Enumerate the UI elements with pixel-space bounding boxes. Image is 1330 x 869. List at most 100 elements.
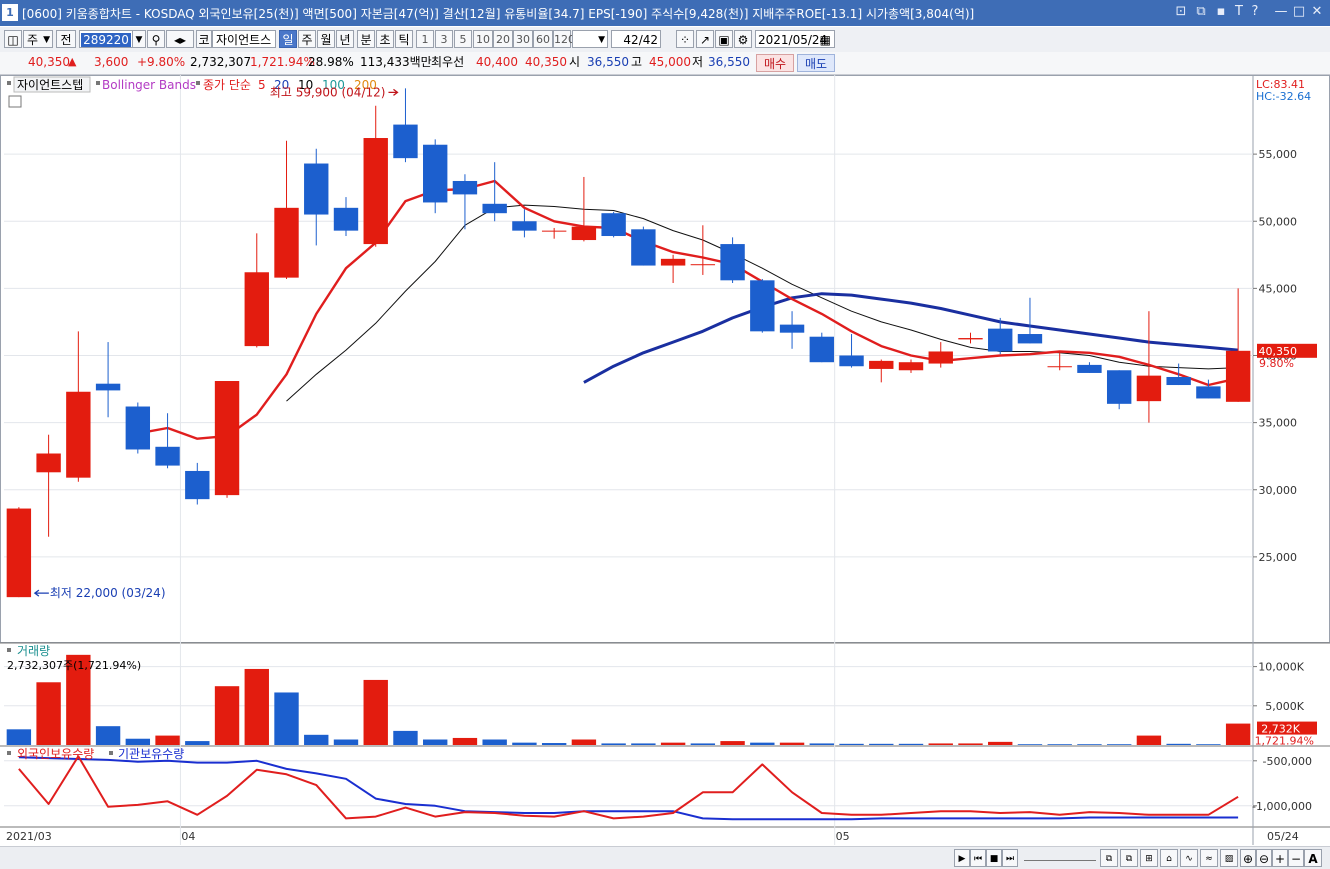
font-size-icon[interactable]: A [1304, 849, 1322, 867]
minimize-icon[interactable]: — [1273, 4, 1289, 20]
volume-bar [571, 739, 597, 745]
zoom-in-icon[interactable]: ⊕ [1240, 849, 1256, 867]
volume-bar [333, 739, 359, 745]
stock-code-input[interactable]: 289220 [79, 30, 133, 48]
period-month-button[interactable]: 월 [317, 30, 335, 48]
gear-icon[interactable]: ⚙ [734, 30, 752, 48]
volume-bar [214, 686, 240, 745]
period-minute-button[interactable]: 분 [357, 30, 375, 48]
candle-body [809, 336, 834, 363]
draw-line-icon[interactable]: ↗ [696, 30, 714, 48]
search-icon[interactable]: ⚲ [147, 30, 165, 48]
interval-20-button[interactable]: 20 [493, 30, 513, 48]
interval-5-button[interactable]: 5 [454, 30, 472, 48]
wave2-icon[interactable]: ≈ [1200, 849, 1218, 867]
remove-icon[interactable]: − [1288, 849, 1304, 867]
sell-button[interactable]: 매도 [797, 54, 835, 72]
price-tick-label: 50,000 [1259, 215, 1298, 228]
volume-bar [6, 729, 32, 745]
volume-bar [274, 692, 299, 745]
split-icon[interactable]: ⊞ [1140, 849, 1158, 867]
x-axis-label: 2021/03 [6, 830, 52, 843]
grid-icon[interactable]: ⁘ [676, 30, 694, 48]
link-icon[interactable]: ⧉ [1193, 4, 1209, 20]
period-year-button[interactable]: 년 [336, 30, 354, 48]
candle-body [482, 203, 507, 214]
restore-layout-icon[interactable]: ⊡ [1173, 4, 1189, 20]
buy-button[interactable]: 매수 [756, 54, 794, 72]
volume-bar [660, 742, 686, 745]
interval-10-button[interactable]: 10 [473, 30, 493, 48]
chart-svg[interactable]: 55,00050,00045,00040,00035,00030,00025,0… [0, 75, 1330, 845]
play-icon[interactable]: ▶ [954, 849, 970, 867]
turnover-rate: 28.98% [308, 55, 354, 69]
pin-icon[interactable]: ▪ [1213, 4, 1229, 20]
mountain-icon[interactable]: ⌂ [1160, 849, 1178, 867]
period-day-button[interactable]: 일 [279, 30, 297, 48]
legend-stock-name: 자이언트스텝 [17, 78, 83, 92]
stock-name-field[interactable]: 자이언트스 [212, 30, 276, 48]
chart-labels: 55,00050,00045,00040,00035,00030,00025,0… [6, 76, 1317, 843]
low-arrow-icon [33, 589, 49, 597]
font-icon[interactable]: T [1231, 4, 1247, 20]
title-bar: 1 [0600] 키움종합차트 - KOSDAQ 외국인보유[25(천)] 액면… [0, 0, 1330, 26]
volume-bar [779, 742, 805, 745]
period-tick-button[interactable]: 틱 [395, 30, 413, 48]
help-icon[interactable]: ? [1247, 4, 1263, 20]
zoom-out-icon[interactable]: ⊖ [1256, 849, 1272, 867]
candle-body [571, 226, 597, 241]
interval-custom-select[interactable]: ▼ [572, 30, 608, 48]
date-field[interactable]: 2021/05/24 ▦ [755, 30, 835, 48]
first-icon[interactable]: ⏮ [970, 849, 986, 867]
candle-body [1047, 366, 1072, 368]
moving-averages [137, 179, 1239, 440]
count-field[interactable]: 42/42 [611, 30, 661, 48]
volume-bar [898, 743, 924, 745]
candle-body [1136, 375, 1162, 402]
candle-body [720, 244, 745, 281]
scroll-slider[interactable] [1024, 854, 1096, 861]
interval-120-button[interactable]: 120 [553, 30, 575, 48]
period-second-button[interactable]: 초 [376, 30, 394, 48]
chart-area[interactable]: 55,00050,00045,00040,00035,00030,00025,0… [0, 75, 1330, 845]
legend-bullet [7, 648, 11, 652]
code-dropdown-icon[interactable]: ▼ [132, 30, 146, 48]
volume-bar [690, 743, 716, 745]
interval-3-button[interactable]: 3 [435, 30, 453, 48]
volume-bar [1106, 744, 1132, 745]
candle-body [185, 470, 210, 500]
foreign-holding-line [18, 755, 1239, 820]
period-week-button[interactable]: 주 [298, 30, 316, 48]
calendar-icon[interactable]: ▦ [820, 31, 831, 49]
volume-bar [125, 738, 151, 745]
zoom-fit-icon[interactable]: ⧉ [1100, 849, 1118, 867]
maximize-icon[interactable]: □ [1291, 4, 1307, 20]
period-select[interactable]: 주 ▼ [23, 30, 53, 48]
close-icon[interactable]: ✕ [1309, 4, 1325, 20]
wave-icon[interactable]: ∿ [1180, 849, 1198, 867]
institution-holding-line [18, 756, 1239, 821]
window-number[interactable]: 1 [2, 4, 18, 21]
prev-button[interactable]: 전 [56, 30, 76, 48]
interval-30-button[interactable]: 30 [513, 30, 533, 48]
candle-body [690, 264, 716, 266]
candle-body [750, 280, 775, 332]
stop-icon[interactable]: ■ [986, 849, 1002, 867]
legend-bullet [96, 81, 100, 85]
volume-bar [869, 743, 894, 745]
chart-type-icon[interactable]: ◫ [4, 30, 22, 48]
price-tick-label: 30,000 [1259, 484, 1298, 497]
save-icon[interactable]: ▣ [715, 30, 733, 48]
x-axis-label: 04 [181, 830, 195, 843]
zoom-window-icon[interactable]: ⧉ [1120, 849, 1138, 867]
speaker-icon[interactable]: ◂▸ [166, 30, 194, 48]
add-icon[interactable]: + [1272, 849, 1288, 867]
interval-1-button[interactable]: 1 [416, 30, 434, 48]
last-icon[interactable]: ⏭ [1002, 849, 1018, 867]
hc-label: HC:-32.64 [1256, 90, 1311, 103]
institution-holding-legend: 기관보유수량 [118, 747, 184, 761]
volume-bar [482, 739, 507, 745]
image-icon[interactable]: ▨ [1220, 849, 1238, 867]
open-price: 36,550 [587, 55, 629, 69]
interval-60-button[interactable]: 60 [533, 30, 553, 48]
